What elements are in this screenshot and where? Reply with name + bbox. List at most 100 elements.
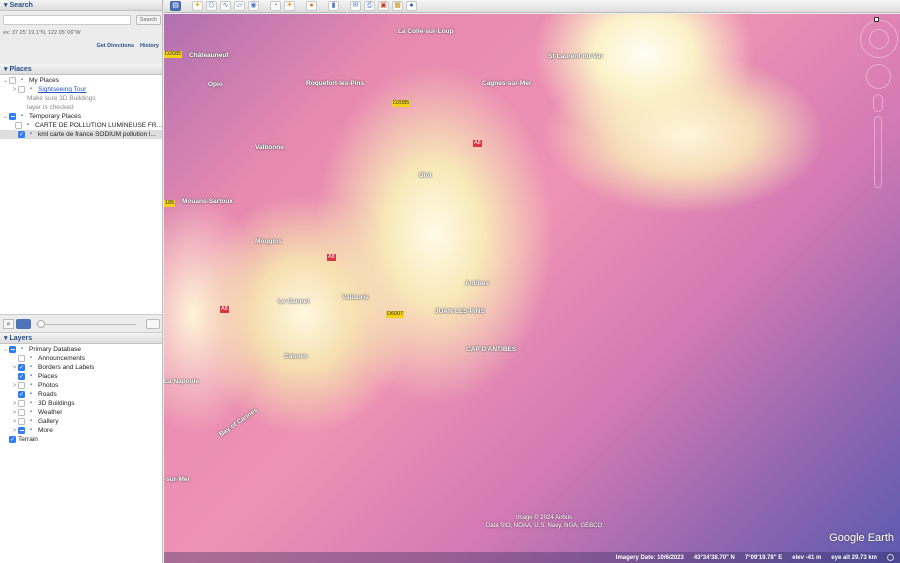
expand-arrow-icon[interactable]: >	[11, 419, 18, 425]
places-panel-header[interactable]: ▾ Places	[0, 64, 162, 75]
look-joystick[interactable]	[869, 29, 889, 49]
search-panel: Search ex: 37 25' 19.1"N, 122 05' 06"W G…	[0, 11, 162, 64]
opacity-slider-knob[interactable]	[37, 320, 45, 328]
road-shield: D2085	[392, 100, 411, 107]
expand-arrow-icon[interactable]: ⌄	[2, 113, 9, 120]
checkbox[interactable]	[18, 355, 25, 362]
search-panel-header[interactable]: ▾ Search	[0, 0, 162, 11]
expand-arrow-icon[interactable]: >	[11, 410, 18, 416]
expand-arrow-icon[interactable]: ⌄	[2, 77, 9, 84]
places-item[interactable]: ▪ CARTE DE POLLUTION LUMINEUSE FR...	[0, 121, 162, 130]
get-directions-link[interactable]: Get Directions	[96, 43, 134, 49]
checkbox[interactable]	[9, 113, 16, 120]
place-label: Mouans-Sartoux	[182, 198, 233, 205]
checkbox[interactable]	[9, 346, 16, 353]
layers-item[interactable]: > ✓ ▪ Borders and Labels	[0, 363, 162, 372]
places-item[interactable]: > ▪ Sightseeing Tour	[0, 85, 162, 94]
place-label: CAP D'ANTIBES	[466, 346, 517, 353]
place-label: -sur-Mer	[164, 476, 191, 483]
envelope-icon: ▪	[29, 355, 33, 361]
record-tour-icon[interactable]: ◉	[248, 1, 259, 11]
save-image-icon[interactable]: ▣	[378, 1, 389, 11]
print-icon[interactable]: ⎙	[364, 1, 375, 11]
checkbox[interactable]: ✓	[18, 373, 25, 380]
layers-item[interactable]: ✓ Terrain	[0, 435, 162, 444]
eye-altitude: eye alt 29.73 km	[831, 554, 877, 561]
history-link[interactable]: History	[140, 43, 159, 49]
expand-arrow-icon[interactable]: >	[11, 365, 18, 371]
opacity-slider[interactable]	[36, 324, 136, 325]
place-icon: ▪	[29, 373, 33, 379]
planets-icon[interactable]: ●	[306, 1, 317, 11]
overlay-icon[interactable]: ▱	[234, 1, 245, 11]
expand-arrow-icon[interactable]: >	[11, 383, 18, 389]
email-icon[interactable]: ✉	[350, 1, 361, 11]
expand-arrow-icon[interactable]: ⌄	[2, 346, 9, 353]
earth-icon[interactable]: ●	[406, 1, 417, 11]
path-icon[interactable]: ∿	[220, 1, 231, 11]
ruler-icon[interactable]: ▮	[328, 1, 339, 11]
place-label: Opio	[208, 81, 223, 88]
sidebar-toggle-icon[interactable]: ▤	[170, 1, 181, 11]
expand-arrow-icon[interactable]: >	[11, 428, 18, 434]
view-in-maps-icon[interactable]: ▦	[392, 1, 403, 11]
item-label: My Places	[29, 77, 59, 84]
toolbar: ▤ ✦ ⬠ ∿ ▱ ◉ ◔ ☀ ● ▮ ✉ ⎙ ▣ ▦ ●	[164, 0, 900, 13]
zoom-slider[interactable]	[874, 116, 882, 188]
tour-icon: ▪	[29, 86, 33, 92]
item-label: Primary Database	[29, 346, 82, 353]
places-item[interactable]: Make sure 3D Buildings	[0, 94, 162, 103]
road-shield: A8	[327, 254, 336, 261]
search-button[interactable]: Search	[136, 15, 161, 25]
move-joystick[interactable]	[866, 64, 891, 89]
place-label: St-Laurent-du-Var	[548, 53, 603, 60]
checkbox[interactable]	[14, 122, 22, 129]
loading-indicator-icon	[887, 554, 894, 561]
checkbox[interactable]: ✓	[9, 436, 16, 443]
item-label: Sightseeing Tour	[38, 86, 87, 93]
road-shield: A8	[220, 306, 229, 313]
layers-item[interactable]: > ▪ Photos	[0, 381, 162, 390]
layers-item[interactable]: > ▪ Weather	[0, 408, 162, 417]
item-label: Places	[38, 373, 58, 380]
historical-imagery-icon[interactable]: ◔	[270, 1, 281, 11]
checkbox[interactable]	[9, 77, 16, 84]
map-view[interactable]: La Colle-sur-Loup St-Laurent-du-Var Châtea…	[164, 14, 900, 563]
layers-item[interactable]: ✓ ▪ Roads	[0, 390, 162, 399]
checkbox[interactable]: ✓	[18, 131, 25, 138]
add-folder-button[interactable]	[146, 319, 160, 329]
checkbox[interactable]	[18, 86, 25, 93]
north-icon[interactable]	[874, 17, 879, 22]
sunlight-icon[interactable]: ☀	[284, 1, 295, 11]
place-label: Cannes	[284, 353, 308, 360]
checkbox[interactable]: ✓	[18, 391, 25, 398]
search-places-icon[interactable]: ⌕	[3, 319, 14, 329]
checkbox[interactable]	[18, 409, 25, 416]
layers-item[interactable]: > ▪ Gallery	[0, 417, 162, 426]
placemark-icon[interactable]: ✦	[192, 1, 203, 11]
toggle-panel-button[interactable]	[16, 319, 31, 329]
layers-item[interactable]: > ▪ More	[0, 426, 162, 435]
place-label: Antibes	[465, 280, 489, 287]
layers-item[interactable]: ⌄ ▪ Primary Database	[0, 345, 162, 354]
checkbox[interactable]	[18, 418, 25, 425]
checkbox[interactable]	[18, 382, 25, 389]
layers-panel-header[interactable]: ▾ Layers	[0, 333, 162, 344]
layers-item[interactable]: ▪ Announcements	[0, 354, 162, 363]
places-item[interactable]: ✓ ▪ kml carte de france SODIUM pollution l…	[0, 130, 162, 139]
places-item[interactable]: layer is checked	[0, 103, 162, 112]
street-view-pegman-icon[interactable]	[873, 94, 883, 112]
kml-icon: ▪	[29, 131, 33, 137]
checkbox[interactable]: ✓	[18, 364, 25, 371]
expand-arrow-icon[interactable]: >	[11, 87, 18, 93]
layers-item[interactable]: > ▪ 3D Buildings	[0, 399, 162, 408]
places-item[interactable]: ⌄ ▪ My Places	[0, 76, 162, 85]
layers-item[interactable]: ✓ ▪ Places	[0, 372, 162, 381]
layers-tree: ⌄ ▪ Primary Database ▪ Announcements > ✓ ▪ Borde…	[0, 344, 162, 444]
places-item[interactable]: ⌄ ▪ Temporary Places	[0, 112, 162, 121]
search-input[interactable]	[3, 15, 131, 25]
expand-arrow-icon[interactable]: >	[11, 401, 18, 407]
polygon-icon[interactable]: ⬠	[206, 1, 217, 11]
checkbox[interactable]	[18, 400, 25, 407]
checkbox[interactable]	[18, 427, 25, 434]
